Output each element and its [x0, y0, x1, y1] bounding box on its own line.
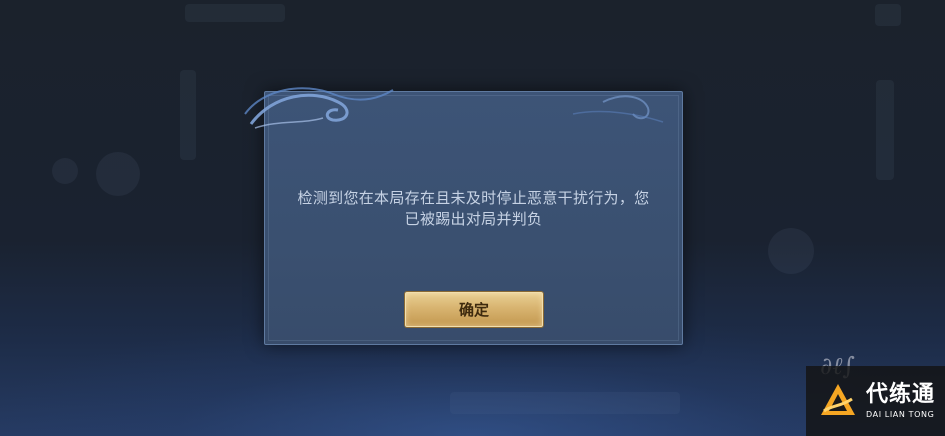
brand-logo-icon	[821, 384, 855, 415]
top-right-hud	[875, 4, 901, 26]
top-hud-bar	[185, 4, 285, 22]
player-icon	[52, 158, 78, 184]
minimap-icon	[768, 228, 814, 274]
confirm-button[interactable]: 确定	[405, 292, 543, 327]
right-side-panel	[876, 80, 894, 180]
cloud-decoration-icon	[244, 87, 664, 129]
watermark: 代练通 DAI LIAN TONG	[806, 366, 945, 436]
message-line-2: 已被踢出对局并判负	[404, 210, 543, 228]
message-line-1: 检测到您在本局存在且未及时停止恶意干扰行为，您	[297, 189, 650, 207]
left-side-panel	[180, 70, 196, 160]
dialog-message: 检测到您在本局存在且未及时停止恶意干扰行为，您 已被踢出对局并判负	[265, 188, 682, 230]
kick-notice-dialog: 检测到您在本局存在且未及时停止恶意干扰行为，您 已被踢出对局并判负 确定	[244, 87, 683, 345]
brand-name-en: DAI LIAN TONG	[866, 410, 935, 419]
brand-name-cn: 代练通	[866, 382, 936, 407]
skill-icon	[96, 152, 140, 196]
